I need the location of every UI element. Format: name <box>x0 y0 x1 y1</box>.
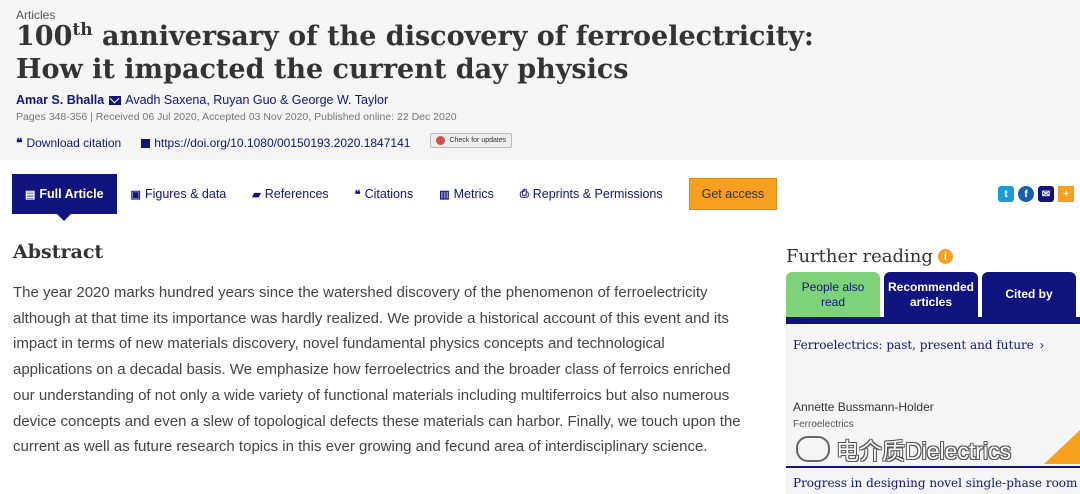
article-header: Articles 100th anniversary of the discov… <box>0 0 1080 160</box>
download-citation-link[interactable]: Download citation <box>26 136 121 150</box>
tab-full-article[interactable]: ▤ Full Article <box>12 174 117 221</box>
article-tabs: ▤ Full Article ▣ Figures & data ▰ Reference… <box>12 174 778 221</box>
title-superscript: th <box>72 20 93 40</box>
related-article-author: Annette Bussmann-Holder <box>793 400 934 414</box>
watermark-text: 电介质Dielectrics <box>836 438 1012 464</box>
document-icon: ▤ <box>25 188 36 201</box>
crossmark-icon <box>436 135 446 145</box>
lock-corner-icon <box>1044 430 1080 464</box>
further-reading-tabs: People also read Recommended articles Ci… <box>786 272 1080 317</box>
tab-people-also-read[interactable]: People also read <box>786 272 880 317</box>
title-number: 100 <box>16 21 73 52</box>
abstract-text: The year 2020 marks hundred years since … <box>13 284 741 456</box>
publication-dates: Pages 348-356 | Received 06 Jul 2020, Ac… <box>16 111 457 123</box>
doi-link[interactable]: https://doi.org/10.1080/00150193.2020.18… <box>154 136 410 150</box>
chevron-right-icon: › <box>1039 338 1044 352</box>
related-article-title: Ferroelectrics: past, present and future <box>793 338 1034 352</box>
tab-references-label: References <box>264 187 329 201</box>
title-text: anniversary of the discovery of ferroele… <box>16 21 814 85</box>
tab-figures-data[interactable]: ▣ Figures & data <box>131 187 227 201</box>
facebook-icon[interactable]: f <box>1018 186 1034 202</box>
wechat-icon <box>796 436 830 462</box>
envelope-icon[interactable] <box>109 96 122 106</box>
tab-reprints-label: Reprints & Permissions <box>532 187 663 201</box>
tab-recommended-articles[interactable]: Recommended articles <box>884 272 978 317</box>
tab-citations-label: Citations <box>364 187 414 201</box>
further-reading-divider <box>786 317 1080 324</box>
book-icon: ▰ <box>252 188 261 201</box>
printer-icon: ⎙ <box>519 187 529 200</box>
related-article-link-2[interactable]: Progress in designing novel single-phase… <box>793 476 1077 490</box>
tab-references[interactable]: ▰ References <box>252 187 328 201</box>
get-access-button[interactable]: Get access <box>688 178 778 210</box>
twitter-icon[interactable]: t <box>998 186 1014 202</box>
check-updates-label: Check for updates <box>449 136 507 144</box>
bar-chart-icon: ▥ <box>439 188 450 201</box>
check-updates-button[interactable]: Check for updates <box>430 132 513 148</box>
tab-metrics[interactable]: ▥ Metrics <box>439 187 494 201</box>
email-icon[interactable]: ✉ <box>1038 186 1054 202</box>
article-links: ❝ Download citation https://doi.org/10.1… <box>16 132 513 150</box>
tab-citations[interactable]: ❝ Citations <box>355 187 414 201</box>
author-links-rest[interactable]: Avadh Saxena, Ruyan Guo & George W. Tayl… <box>125 93 388 107</box>
watermark: 电介质Dielectrics <box>796 432 1011 466</box>
author-list: Amar S. Bhalla Avadh Saxena, Ruyan Guo & … <box>16 93 388 107</box>
tab-reprints-permissions[interactable]: ⎙ Reprints & Permissions <box>520 187 663 201</box>
quote-icon: ❝ <box>16 136 23 150</box>
further-reading-heading: Further reading i <box>786 246 953 267</box>
related-item-divider <box>786 466 1080 468</box>
image-icon: ▣ <box>130 188 141 201</box>
article-title: 100th anniversary of the discovery of fe… <box>16 20 876 86</box>
external-link-icon <box>141 138 151 148</box>
info-icon[interactable]: i <box>937 249 953 264</box>
related-article-journal: Ferroelectrics <box>793 419 854 430</box>
abstract-heading: Abstract <box>13 241 104 263</box>
related-article-link[interactable]: Ferroelectrics: past, present and future… <box>793 338 1044 352</box>
author-link-first[interactable]: Amar S. Bhalla <box>16 93 104 107</box>
further-reading-label: Further reading <box>786 246 933 267</box>
more-share-icon[interactable]: + <box>1058 186 1074 202</box>
tab-figures-label: Figures & data <box>144 187 227 201</box>
tab-metrics-label: Metrics <box>453 187 494 201</box>
tab-cited-by[interactable]: Cited by <box>982 272 1076 317</box>
quote-icon: ❝ <box>354 188 361 201</box>
share-bar: t f ✉ + <box>998 186 1078 202</box>
tab-full-article-label: Full Article <box>39 187 104 201</box>
